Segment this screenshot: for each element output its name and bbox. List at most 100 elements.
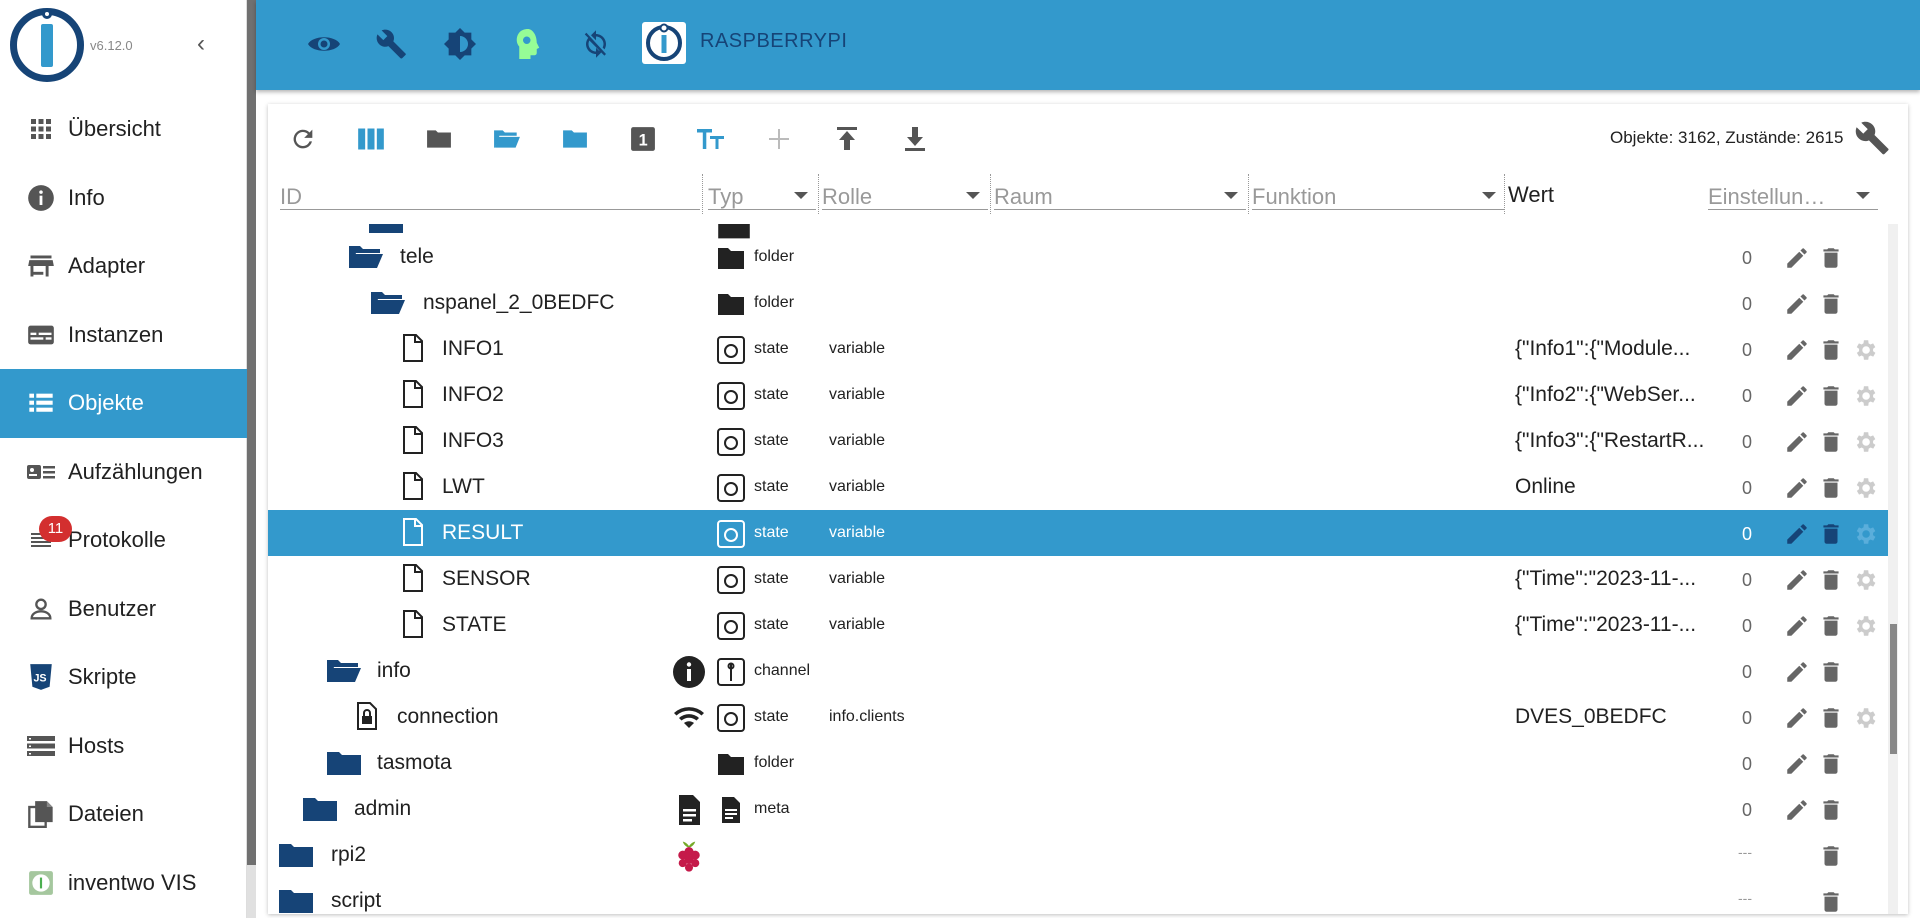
table-row[interactable]: INFO1 state variable {"Info1":{"Module..… [268, 326, 1888, 372]
gear-icon[interactable] [1852, 337, 1878, 363]
sidebar-item-aufzaehlungen[interactable]: Aufzählungen [0, 438, 247, 507]
folder-icon[interactable] [558, 122, 592, 156]
sidebar-item-uebersicht[interactable]: Übersicht [0, 95, 247, 164]
delete-icon[interactable] [1818, 429, 1844, 455]
sidebar-item-inventwo-vis[interactable]: inventwo VIS [0, 849, 247, 918]
gear-icon[interactable] [1852, 613, 1878, 639]
sidebar-scrollbar[interactable] [247, 0, 256, 918]
gear-icon[interactable] [1852, 475, 1878, 501]
object-value[interactable]: {"Time":"2023-11-... [1515, 613, 1715, 637]
brightness-icon[interactable] [442, 26, 478, 62]
table-row[interactable]: INFO3 state variable {"Info3":{"RestartR… [268, 418, 1888, 464]
raum-filter-select[interactable]: Raum [994, 168, 1246, 210]
upload-icon[interactable] [830, 122, 864, 156]
object-value[interactable]: {"Info2":{"WebSer... [1515, 383, 1715, 407]
table-row[interactable]: admin meta 0 [268, 786, 1888, 832]
gear-icon[interactable] [1852, 567, 1878, 593]
delete-icon[interactable] [1818, 751, 1844, 777]
rolle-filter-select[interactable]: Rolle [822, 168, 988, 210]
sidebar-item-protokolle[interactable]: 11 Protokolle [0, 506, 247, 575]
delete-icon[interactable] [1818, 291, 1844, 317]
expert-mode-icon[interactable] [510, 26, 546, 62]
edit-icon[interactable] [1784, 429, 1810, 455]
table-row[interactable]: tasmota folder 0 [268, 740, 1888, 786]
edit-icon[interactable] [1784, 521, 1810, 547]
object-value[interactable]: {"Time":"2023-11-... [1515, 567, 1715, 591]
delete-icon[interactable] [1818, 337, 1844, 363]
table-row[interactable]: STATE state variable {"Time":"2023-11-..… [268, 602, 1888, 648]
sync-off-icon[interactable] [578, 26, 614, 62]
edit-icon[interactable] [1784, 383, 1810, 409]
table-row[interactable]: SENSOR state variable {"Time":"2023-11-.… [268, 556, 1888, 602]
table-row-selected[interactable]: RESULT state variable 0 [268, 510, 1888, 556]
table-row[interactable]: script --- [268, 878, 1888, 914]
id-filter-input[interactable]: ID [280, 168, 700, 210]
delete-icon[interactable] [1818, 383, 1844, 409]
table-row[interactable]: info channel 0 [268, 648, 1888, 694]
edit-icon[interactable] [1784, 751, 1810, 777]
edit-icon[interactable] [1784, 291, 1810, 317]
object-value[interactable]: DVES_0BEDFC [1515, 705, 1715, 729]
table-row[interactable]: connection state info.clients DVES_0BEDF… [268, 694, 1888, 740]
gear-icon[interactable] [1852, 429, 1878, 455]
table-row[interactable]: INFO2 state variable {"Info2":{"WebSer..… [268, 372, 1888, 418]
object-value[interactable]: Online [1515, 475, 1715, 499]
object-type: state [754, 616, 789, 633]
object-count: 0 [1742, 340, 1753, 360]
delete-icon[interactable] [1818, 705, 1844, 731]
delete-icon[interactable] [1818, 475, 1844, 501]
edit-icon[interactable] [1784, 475, 1810, 501]
add-icon[interactable] [762, 122, 796, 156]
delete-icon[interactable] [1818, 797, 1844, 823]
edit-icon[interactable] [1784, 245, 1810, 271]
sidebar-item-objekte[interactable]: Objekte [0, 369, 247, 438]
table-row[interactable]: LWT state variable Online 0 [268, 464, 1888, 510]
edit-icon[interactable] [1784, 705, 1810, 731]
eye-icon[interactable] [306, 26, 342, 62]
gear-icon[interactable] [1852, 705, 1878, 731]
folder-collapse-icon[interactable] [422, 122, 456, 156]
delete-icon[interactable] [1818, 567, 1844, 593]
object-tree-scrollbar[interactable] [1888, 224, 1898, 914]
gear-icon[interactable] [1852, 521, 1878, 547]
gear-icon[interactable] [1852, 383, 1878, 409]
table-row[interactable]: rpi2 --- [268, 832, 1888, 878]
edit-icon[interactable] [1784, 337, 1810, 363]
sidebar-item-dateien[interactable]: Dateien [0, 780, 247, 849]
funktion-filter-select[interactable]: Funktion [1252, 168, 1504, 210]
delete-icon[interactable] [1818, 659, 1844, 685]
object-value[interactable]: {"Info1":{"Module... [1515, 337, 1715, 361]
text-size-icon[interactable] [694, 122, 728, 156]
table-row[interactable]: tele folder 0 [268, 234, 1888, 280]
edit-icon[interactable] [1784, 567, 1810, 593]
edit-icon[interactable] [1784, 659, 1810, 685]
columns-icon[interactable] [354, 122, 388, 156]
download-icon[interactable] [898, 122, 932, 156]
delete-icon[interactable] [1818, 613, 1844, 639]
collapse-sidebar-button[interactable]: ‹ [190, 32, 212, 60]
object-value[interactable]: {"Info3":{"RestartR... [1515, 429, 1715, 453]
counter-icon[interactable]: 1 [626, 122, 660, 156]
edit-icon[interactable] [1784, 613, 1810, 639]
refresh-icon[interactable] [286, 122, 320, 156]
delete-icon[interactable] [1818, 889, 1844, 914]
sidebar-item-instanzen[interactable]: Instanzen [0, 301, 247, 370]
delete-icon[interactable] [1818, 245, 1844, 271]
iobroker-logo[interactable] [10, 8, 84, 82]
chevron-down-icon [1482, 192, 1496, 199]
sidebar-item-hosts[interactable]: Hosts [0, 712, 247, 781]
sidebar-item-skripte[interactable]: JS Skripte [0, 643, 247, 712]
sidebar-item-benutzer[interactable]: Benutzer [0, 575, 247, 644]
typ-filter-select[interactable]: Typ [708, 168, 816, 210]
sidebar: v6.12.0 ‹ Übersicht Info Adapter Instanz… [0, 0, 247, 918]
delete-icon[interactable] [1818, 521, 1844, 547]
edit-icon[interactable] [1784, 797, 1810, 823]
settings-filter-select[interactable]: Einstellun… [1708, 168, 1878, 210]
sidebar-item-info[interactable]: Info [0, 164, 247, 233]
table-row[interactable]: nspanel_2_0BEDFC folder 0 [268, 280, 1888, 326]
delete-icon[interactable] [1818, 843, 1844, 869]
folder-open-icon[interactable] [490, 122, 524, 156]
wrench-icon[interactable] [374, 26, 410, 62]
settings-wrench-icon[interactable] [1854, 120, 1892, 156]
sidebar-item-adapter[interactable]: Adapter [0, 232, 247, 301]
